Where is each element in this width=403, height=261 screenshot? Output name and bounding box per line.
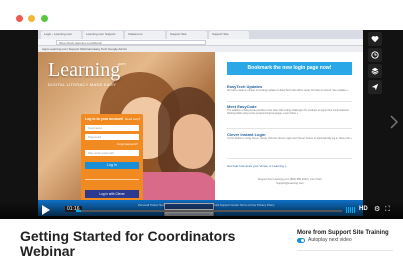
browser-url: https://login.learning.com/#/login [56,40,206,45]
progress-bar[interactable] [76,210,342,212]
player-controls: 01:16 HD ⚙ ⛶ [0,201,403,219]
collections-button[interactable] [368,64,382,78]
hero-photo: Learning .com DIGITAL LITERACY MADE EASY… [38,52,215,216]
password-field: Password [85,134,139,140]
hd-badge[interactable]: HD [359,206,368,212]
heart-icon [371,36,379,43]
login-button: Log In [85,162,139,169]
learning-site: Learning .com DIGITAL LITERACY MADE EASY… [38,52,363,216]
autoplay-toggle[interactable] [297,238,305,243]
login-panel: Log in to your account Need help? Userna… [81,114,143,206]
close-window-button[interactable] [16,15,23,22]
clock-icon [371,51,379,59]
autoplay-label: Autoplay next video [308,237,352,243]
zoom-window-button[interactable] [41,15,48,22]
minimize-window-button[interactable] [28,15,35,22]
support-info: Support from Learning.com (800) 580-4640… [257,178,323,185]
news-text: The addition of EasyCode provides more t… [227,109,349,115]
more-from-heading[interactable]: More from Support Site Training [297,230,389,236]
login-help-link: Need help? [125,117,141,121]
news-text: If your district is using Clever, simply… [227,137,352,140]
recorded-browser-window: Login - Learning.com Learning.com Suppor… [38,30,363,216]
learning-logo: Learning [48,59,121,81]
forgot-password-link: Forgot password? [117,143,138,146]
browser-tab: Learning.com Support [83,31,123,39]
play-button[interactable] [42,205,50,215]
browser-tab: Login - Learning.com [41,31,81,39]
logo-suffix: .com [117,61,126,66]
page-title: Getting Started for Coordinators Webinar [20,228,236,259]
clever-login-button: Log in with Clever [85,190,139,198]
browser-tab: Support Site [209,31,249,39]
share-button[interactable] [368,80,382,94]
watch-later-button[interactable] [368,48,382,62]
logo-tagline: DIGITAL LITERACY MADE EASY [48,82,116,87]
browser-tab-strip: Login - Learning.com Learning.com Suppor… [38,30,363,39]
divider [227,158,352,159]
browser-tab: Support Site [167,31,207,39]
window-titlebar [0,0,403,30]
browser-tab: Classroom [125,31,165,39]
chevron-right-icon[interactable] [390,115,398,129]
login-title: Log in to your account [85,117,123,121]
volume-control[interactable] [346,207,356,213]
bookmark-banner: Bookmark the new login page now! [227,62,352,75]
send-icon [371,83,379,91]
layers-icon [371,67,379,75]
news-panel: Bookmark the new login page now! EasyTec… [215,52,363,216]
divider [297,250,393,251]
video-frame[interactable]: Login - Learning.com Learning.com Suppor… [0,30,403,219]
browser-address-bar: https://login.learning.com/#/login [38,39,363,46]
news-text: We have made a number of exciting update… [227,89,349,92]
vimeo-page: Login - Learning.com Learning.com Suppor… [0,0,403,261]
login-divider [85,179,139,180]
site-code-field: Site code (optional) [85,150,139,156]
divider [227,101,352,102]
help-link: Get help how does your Vimeo or Learning… [227,164,287,168]
like-button[interactable] [368,32,382,46]
gear-icon[interactable]: ⚙ [374,206,380,213]
fullscreen-icon[interactable]: ⛶ [385,206,390,213]
divider [227,128,352,129]
progress-fill [76,210,82,212]
username-field: Username [85,125,139,131]
photo-shape [173,114,213,169]
video-player[interactable]: Login - Learning.com Learning.com Suppor… [0,30,403,219]
